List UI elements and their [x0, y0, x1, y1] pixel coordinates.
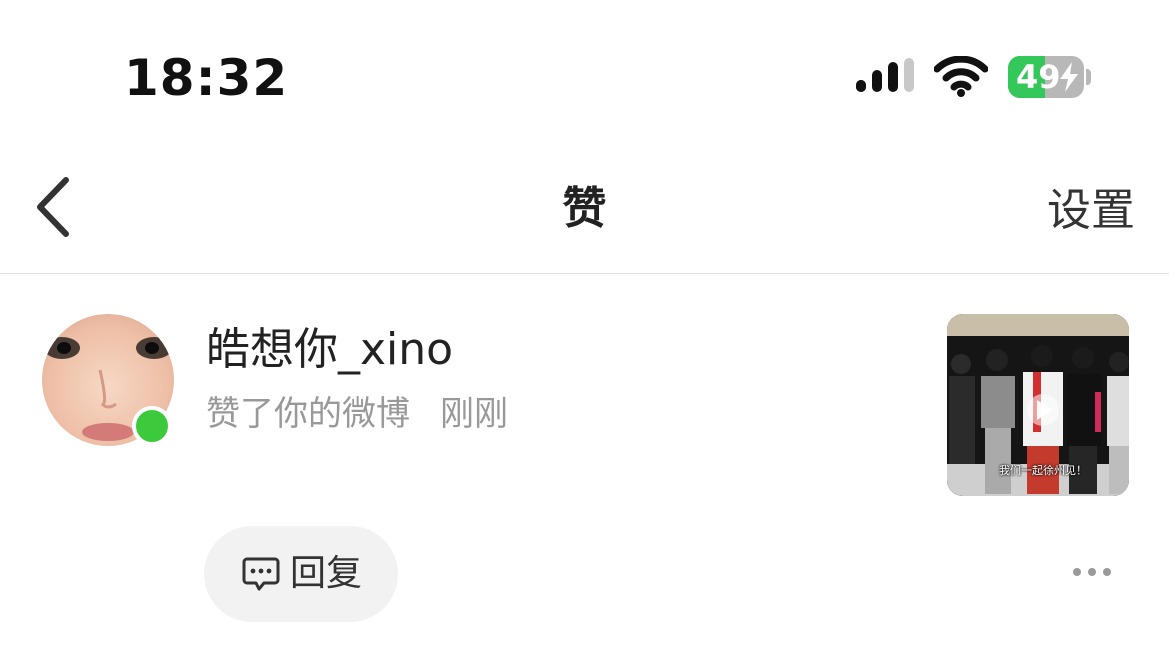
wifi-icon: [934, 56, 988, 97]
bolt-icon: [1060, 62, 1078, 92]
thumbnail-caption: 我们一起徐州见！: [999, 464, 1087, 477]
action-line: 赞了你的微博 刚刚: [206, 392, 508, 436]
timestamp: 刚刚: [440, 394, 508, 434]
nav-bar: 赞 设置: [0, 140, 1169, 274]
post-thumbnail[interactable]: 我们一起徐州见！: [947, 314, 1129, 496]
status-bar: 18:32 49: [0, 0, 1169, 140]
online-status-dot: [132, 406, 172, 446]
battery-charging-icon: 49: [1008, 56, 1084, 98]
status-time: 18:32: [124, 49, 289, 107]
username[interactable]: 皓想你_xino: [206, 324, 453, 376]
reply-label: 回复: [290, 553, 363, 594]
comment-icon: [242, 557, 280, 591]
settings-button[interactable]: 设置: [1047, 184, 1135, 238]
signal-icon: [856, 58, 914, 92]
page-title: 赞: [562, 183, 607, 234]
reply-button[interactable]: 回复: [204, 526, 398, 622]
more-dots-icon[interactable]: [1072, 566, 1112, 578]
battery-cap: [1086, 69, 1091, 85]
like-notification[interactable]: 皓想你_xino 赞了你的微博 刚刚 我们一起徐州见！ 回复: [0, 274, 1169, 658]
action-text: 赞了你的微博: [206, 394, 410, 434]
